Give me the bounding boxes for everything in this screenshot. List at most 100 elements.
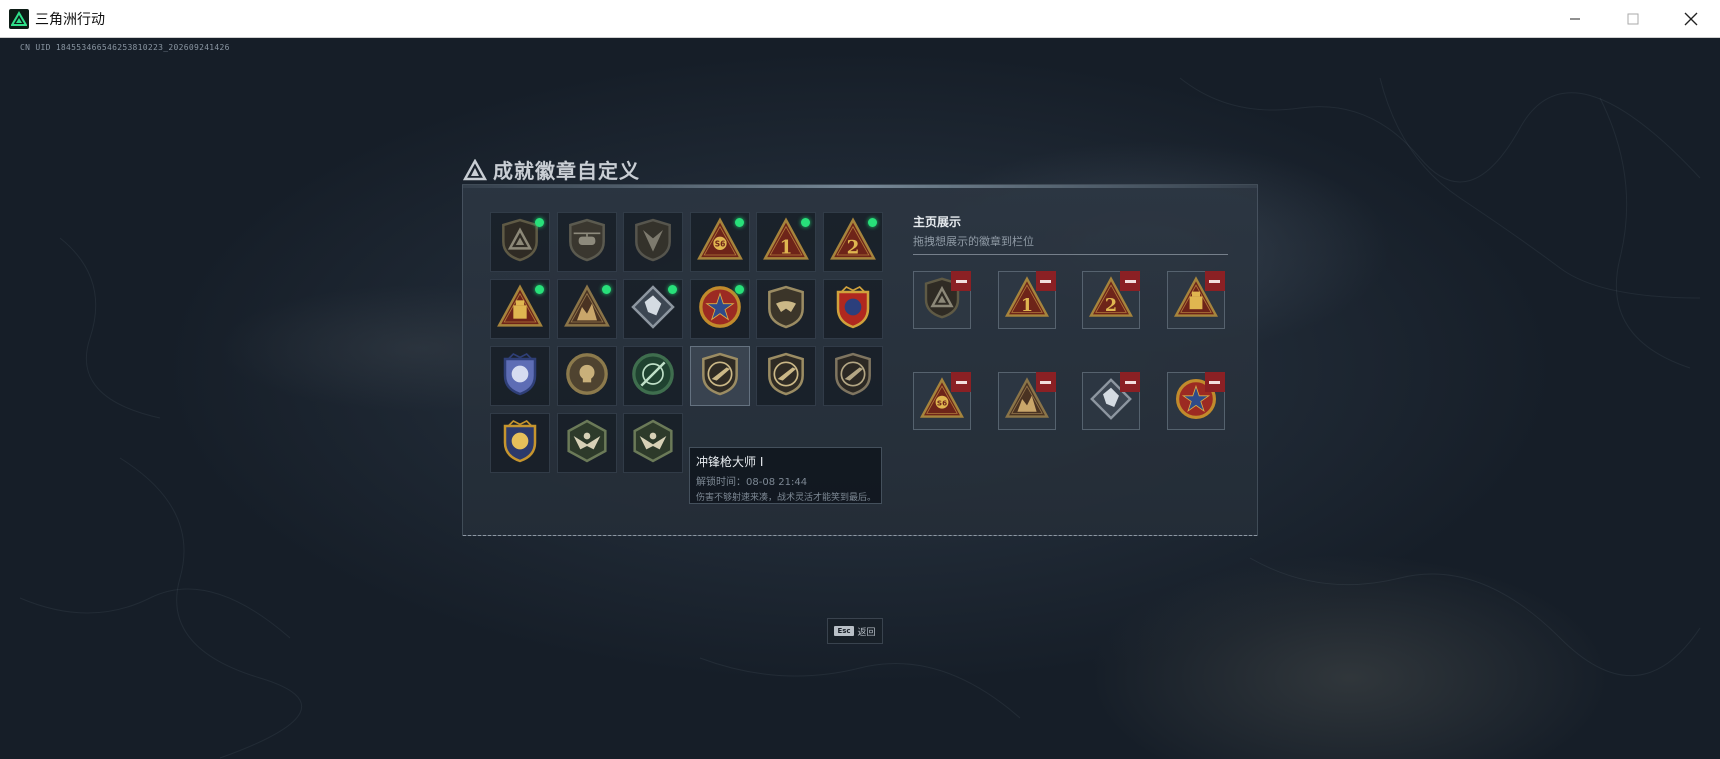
smg-shield-badge-icon bbox=[695, 349, 745, 403]
new-indicator-dot bbox=[801, 218, 810, 227]
remove-badge-button[interactable] bbox=[1204, 372, 1225, 392]
badge-slot[interactable] bbox=[490, 212, 550, 272]
showcase-title: 主页展示 bbox=[913, 215, 962, 229]
remove-badge-button[interactable] bbox=[1120, 372, 1140, 392]
gold-crest-badge-icon bbox=[495, 416, 545, 470]
minus-icon bbox=[1040, 279, 1051, 283]
svg-text:2: 2 bbox=[846, 237, 859, 258]
badge-slot[interactable] bbox=[556, 279, 617, 339]
new-indicator-dot bbox=[867, 218, 877, 227]
showcase-divider bbox=[913, 254, 1228, 255]
minus-icon bbox=[955, 380, 967, 384]
rifle-shield-badge-icon bbox=[761, 349, 811, 403]
pistol-shield-badge-icon bbox=[828, 349, 878, 403]
new-indicator-dot bbox=[668, 285, 677, 294]
svg-text:S6: S6 bbox=[714, 240, 725, 249]
maximize-icon bbox=[1627, 13, 1639, 25]
tooltip-description: 伤害不够射速来凑，战术灵活才能笑到最后。 bbox=[696, 493, 875, 503]
badge-slot[interactable] bbox=[689, 346, 750, 406]
badge-slot[interactable] bbox=[623, 279, 683, 339]
panel-title: 成就徽章自定义 bbox=[493, 159, 640, 183]
showcase-slot[interactable] bbox=[997, 372, 1056, 430]
helicopter-badge-icon bbox=[562, 215, 612, 269]
svg-text:2: 2 bbox=[1105, 295, 1117, 316]
badge-slot[interactable] bbox=[556, 212, 617, 272]
new-indicator-dot bbox=[535, 218, 544, 227]
new-indicator-dot bbox=[734, 285, 744, 294]
badge-slot[interactable] bbox=[756, 346, 816, 406]
minimize-icon bbox=[1570, 18, 1580, 20]
remove-badge-button[interactable] bbox=[951, 271, 971, 291]
minus-icon bbox=[1209, 380, 1220, 384]
new-indicator-dot bbox=[601, 285, 611, 294]
back-button[interactable]: Esc 返回 bbox=[827, 618, 883, 644]
minus-icon bbox=[1124, 380, 1136, 384]
remove-badge-button[interactable] bbox=[1035, 271, 1056, 291]
remove-badge-button[interactable] bbox=[951, 372, 971, 392]
wing-shield-badge-icon bbox=[761, 282, 811, 336]
showcase-slot[interactable] bbox=[1166, 271, 1225, 329]
showcase-slot[interactable]: 2 bbox=[1082, 271, 1140, 329]
remove-badge-button[interactable] bbox=[1204, 271, 1225, 291]
skull-roundel-badge-icon bbox=[562, 349, 612, 403]
window-titlebar[interactable]: 三角洲行动 bbox=[0, 0, 1720, 38]
badge-slot[interactable] bbox=[822, 346, 883, 406]
eagle-hexagon-badge-icon bbox=[628, 416, 678, 470]
svg-text:S6: S6 bbox=[937, 398, 947, 407]
badge-tooltip: 冲锋枪大师 I 解锁时间：08-08 21:44 伤害不够射速来凑，战术灵活才能… bbox=[689, 447, 882, 504]
showcase-slot[interactable]: S6 bbox=[913, 372, 971, 430]
svg-text:1: 1 bbox=[1020, 295, 1032, 316]
badge-slot[interactable] bbox=[623, 413, 683, 473]
badge-slot[interactable] bbox=[623, 212, 683, 272]
badge-slot[interactable] bbox=[490, 413, 550, 473]
minus-icon bbox=[1209, 279, 1220, 283]
showcase-slot[interactable] bbox=[913, 271, 971, 329]
homepage-showcase-header: 主页展示 拖拽想展示的徽章到栏位 bbox=[913, 213, 1228, 255]
badge-slot[interactable]: S6 bbox=[689, 212, 750, 272]
close-button[interactable] bbox=[1662, 0, 1720, 38]
minus-icon bbox=[1040, 380, 1051, 384]
minus-icon bbox=[955, 279, 967, 283]
badge-slot[interactable] bbox=[556, 413, 617, 473]
panel-top-border bbox=[463, 185, 1257, 188]
delta-logo-icon bbox=[463, 158, 487, 180]
green-target-badge-icon bbox=[628, 349, 678, 403]
app-logo-icon bbox=[9, 8, 29, 29]
minimize-button[interactable] bbox=[1546, 0, 1604, 38]
showcase-slot[interactable] bbox=[1166, 372, 1225, 430]
badge-slot[interactable]: 2 bbox=[822, 212, 883, 272]
badge-slot[interactable] bbox=[556, 346, 617, 406]
maximize-button[interactable] bbox=[1604, 0, 1662, 38]
esc-key-icon: Esc bbox=[834, 626, 854, 636]
window-controls bbox=[1546, 0, 1720, 38]
back-label: 返回 bbox=[857, 627, 876, 638]
tooltip-badge-name: 冲锋枪大师 I bbox=[696, 455, 764, 469]
new-indicator-dot bbox=[734, 218, 744, 227]
badge-slot[interactable] bbox=[756, 279, 816, 339]
badge-slot[interactable] bbox=[623, 346, 683, 406]
uid-watermark: CN UID 18455346654625381022З_20260924142… bbox=[20, 43, 230, 52]
showcase-slot[interactable] bbox=[1082, 372, 1140, 430]
panel-bottom-border bbox=[463, 535, 1257, 536]
eagle-hexagon-badge-icon bbox=[562, 416, 612, 470]
badge-slot[interactable] bbox=[822, 279, 883, 339]
svg-text:1: 1 bbox=[780, 237, 793, 258]
badge-inventory-grid: S6 1 2 bbox=[490, 212, 886, 473]
remove-badge-button[interactable] bbox=[1035, 372, 1056, 392]
tooltip-unlock-time: 解锁时间：08-08 21:44 bbox=[696, 477, 808, 488]
showcase-slot-grid: 1 2 S6 bbox=[913, 271, 1225, 430]
showcase-subtitle: 拖拽想展示的徽章到栏位 bbox=[913, 235, 1034, 248]
window-title: 三角洲行动 bbox=[35, 11, 105, 28]
showcase-slot[interactable]: 1 bbox=[997, 271, 1056, 329]
arrowhead-badge-icon bbox=[628, 215, 678, 269]
panel-header: 成就徽章自定义 bbox=[463, 155, 640, 184]
badge-slot[interactable] bbox=[689, 279, 750, 339]
minus-icon bbox=[1124, 279, 1136, 283]
blue-crest-badge-icon bbox=[828, 282, 878, 336]
remove-badge-button[interactable] bbox=[1120, 271, 1140, 291]
new-indicator-dot bbox=[535, 285, 544, 294]
badge-slot[interactable]: 1 bbox=[756, 212, 816, 272]
close-icon bbox=[1684, 12, 1698, 26]
badge-slot[interactable] bbox=[490, 346, 550, 406]
badge-slot[interactable] bbox=[490, 279, 550, 339]
